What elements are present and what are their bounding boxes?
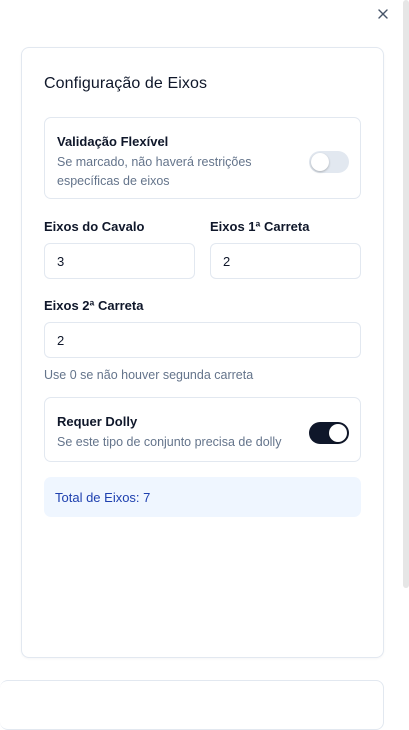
switch-knob [329, 424, 347, 442]
scrollbar[interactable] [403, 0, 409, 588]
dolly-title: Requer Dolly [57, 414, 138, 429]
carreta1-axles-label: Eixos 1ª Carreta [210, 219, 310, 234]
total-axles-box: Total de Eixos: 7 [44, 477, 361, 517]
card-title: Configuração de Eixos [44, 75, 208, 92]
close-icon [378, 9, 388, 19]
close-button[interactable] [374, 5, 392, 23]
carreta1-axles-input[interactable] [210, 243, 361, 279]
dolly-description: Se este tipo de conjunto precisa de doll… [57, 435, 282, 449]
dolly-switch[interactable] [309, 422, 349, 444]
switch-knob [311, 153, 329, 171]
total-axles-text: Total de Eixos: 7 [55, 490, 151, 505]
flexible-validation-description: Se marcado, não haverá restrições especí… [57, 155, 252, 188]
dolly-box: Requer Dolly Se este tipo de conjunto pr… [44, 397, 361, 462]
carreta2-axles-label: Eixos 2ª Carreta [44, 298, 144, 313]
carreta2-hint: Use 0 se não houver segunda carreta [44, 368, 254, 382]
cavalo-axles-input[interactable] [44, 243, 195, 279]
axle-config-card: Configuração de Eixos Validação Flexível… [21, 47, 384, 658]
carreta2-axles-input[interactable] [44, 322, 361, 358]
next-card [0, 680, 384, 730]
flexible-validation-title: Validação Flexível [57, 134, 169, 149]
cavalo-axles-label: Eixos do Cavalo [44, 219, 145, 234]
flexible-validation-switch[interactable] [309, 151, 349, 173]
flexible-validation-box: Validação Flexível Se marcado, não haver… [44, 117, 361, 199]
